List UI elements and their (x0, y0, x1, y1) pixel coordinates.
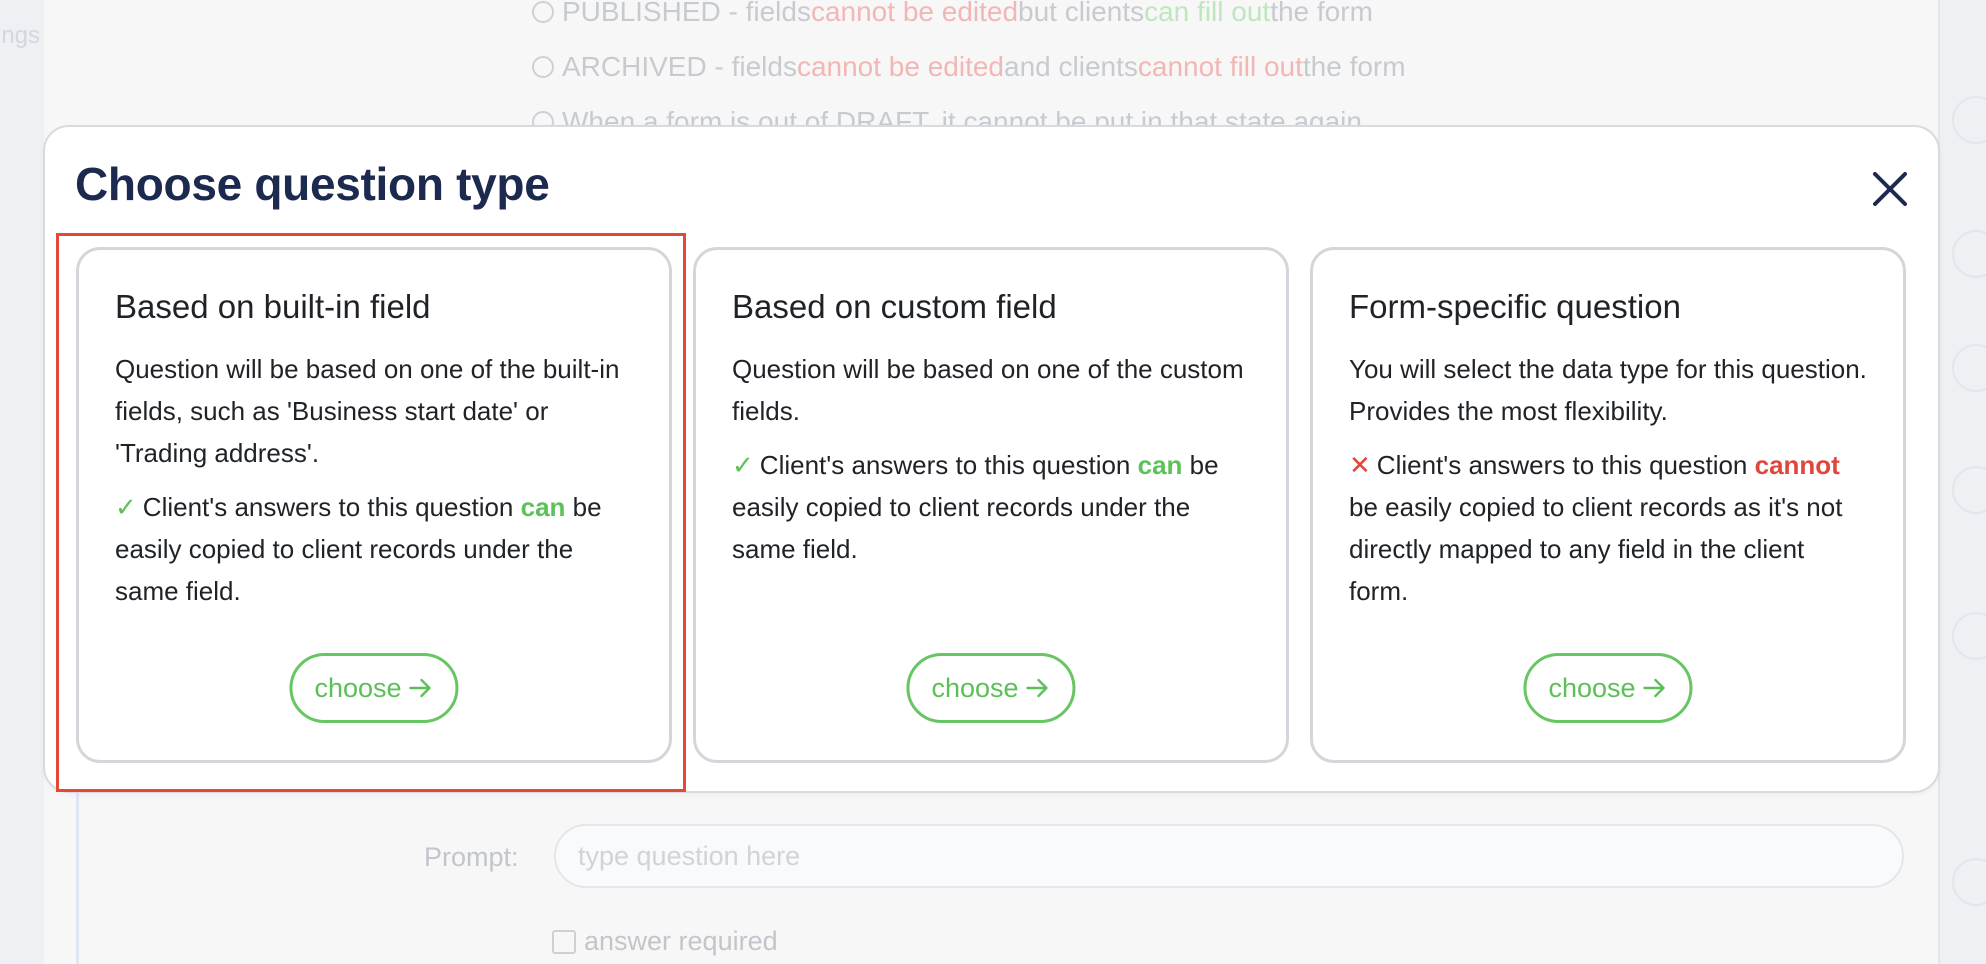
right-rail (1938, 0, 1986, 964)
rail-circle (1952, 96, 1986, 144)
card-note: ✓ Client's answers to this question can b… (115, 486, 633, 612)
note-text: Client's answers to this question (1376, 450, 1755, 480)
card-title: Form-specific question (1349, 288, 1681, 325)
rail-circle (1952, 612, 1986, 660)
choose-button[interactable]: choose (289, 653, 459, 723)
status-text: the form (1270, 0, 1373, 27)
prompt-placeholder: type question here (578, 840, 801, 871)
status-permission: can fill out (1144, 0, 1271, 27)
choose-button-label: choose (314, 672, 402, 703)
status-text: but clients (1018, 0, 1145, 27)
option-card-form-specific[interactable]: Form-specific question You will select t… (1310, 247, 1906, 763)
choose-question-type-dialog: Choose question type Based on built-in f… (43, 125, 1940, 793)
note-keyword: can (520, 492, 566, 522)
dialog-title: Choose question type (75, 158, 550, 210)
question-guide-line (76, 790, 79, 964)
sidebar-label: ings (0, 22, 41, 49)
card-description: Question will be based on one of the bui… (115, 354, 620, 468)
status-text: and clients (1004, 51, 1138, 82)
status-label: PUBLISHED - fields (562, 0, 811, 27)
rail-circle (1952, 230, 1986, 278)
rail-circle (1952, 466, 1986, 514)
answer-required-checkbox[interactable]: answer required (552, 926, 778, 957)
arrow-right-icon (409, 678, 431, 698)
card-title: Based on custom field (732, 288, 1057, 325)
status-permission: cannot fill out (1137, 51, 1303, 82)
note-keyword: cannot (1754, 450, 1840, 480)
status-restriction: cannot be edited (810, 0, 1019, 27)
radio-icon[interactable] (532, 1, 554, 23)
choose-button[interactable]: choose (1523, 653, 1693, 723)
note-keyword: can (1137, 450, 1183, 480)
check-icon: ✓ (732, 450, 754, 480)
note-text: be easily copied to client records as it… (1349, 492, 1843, 606)
arrow-right-icon (1026, 678, 1048, 698)
sidebar: ings (0, 0, 46, 964)
note-text: Client's answers to this question (142, 492, 521, 522)
option-card-custom-field[interactable]: Based on custom field Question will be b… (693, 247, 1289, 763)
card-note: ✕ Client's answers to this question canno… (1349, 444, 1867, 612)
radio-icon[interactable] (532, 56, 554, 78)
status-option-archived[interactable]: ARCHIVED - fields cannot be edited and c… (532, 51, 1406, 83)
prompt-label: Prompt: (424, 842, 519, 872)
status-label: ARCHIVED - fields (562, 51, 797, 82)
check-icon: ✓ (115, 492, 137, 522)
rail-circle (1952, 344, 1986, 392)
card-title: Based on built-in field (115, 288, 431, 325)
card-description: Question will be based on one of the cus… (732, 354, 1244, 426)
prompt-input[interactable]: type question here (554, 824, 1904, 888)
status-option-published[interactable]: PUBLISHED - fields cannot be edited but … (532, 0, 1373, 28)
rail-circle (1952, 858, 1986, 906)
checkbox-icon[interactable] (552, 929, 576, 954)
status-text: the form (1302, 51, 1406, 82)
cross-icon: ✕ (1349, 450, 1371, 480)
close-icon[interactable] (1870, 169, 1910, 209)
status-restriction: cannot be edited (796, 51, 1004, 82)
choose-button-label: choose (1548, 672, 1636, 703)
choose-button[interactable]: choose (906, 653, 1076, 723)
card-description: You will select the data type for this q… (1349, 354, 1867, 426)
choose-button-label: choose (931, 672, 1019, 703)
card-note: ✓ Client's answers to this question can b… (732, 444, 1250, 570)
answer-required-label: answer required (584, 926, 778, 956)
arrow-right-icon (1643, 678, 1665, 698)
note-text: Client's answers to this question (759, 450, 1138, 480)
option-card-built-in-field[interactable]: Based on built-in field Question will be… (76, 247, 672, 763)
